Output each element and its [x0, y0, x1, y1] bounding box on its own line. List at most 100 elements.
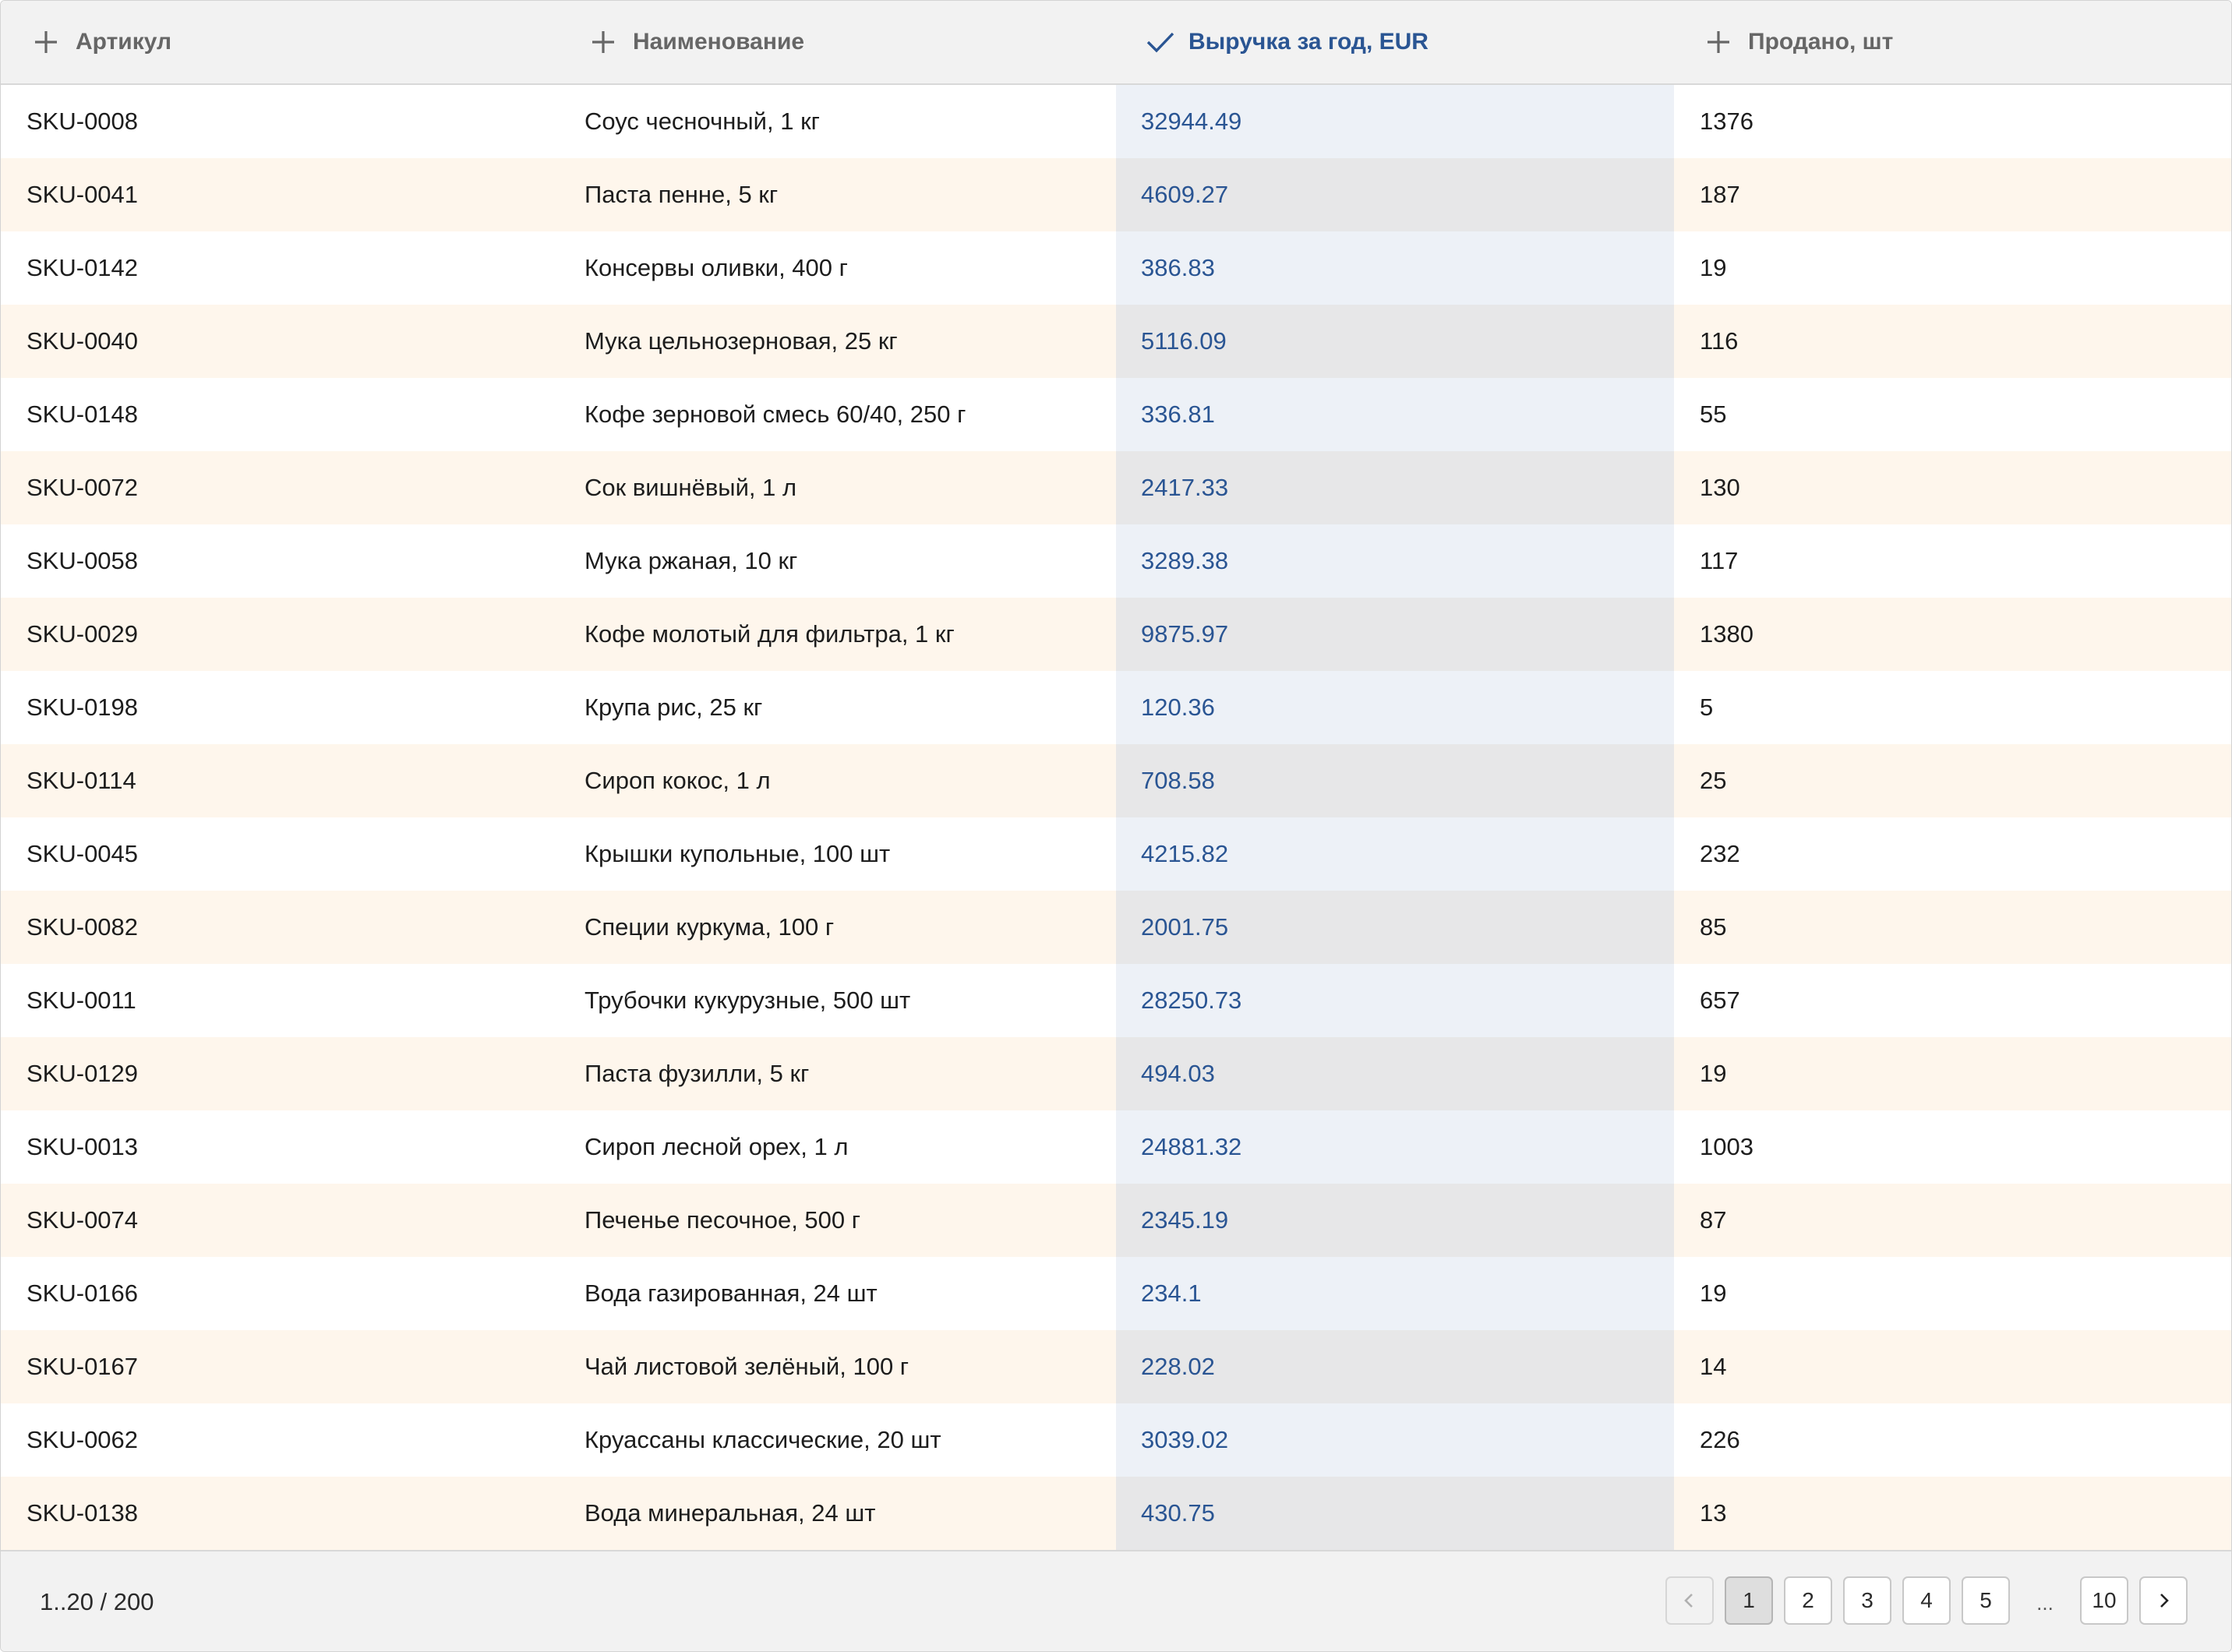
- column-header-label: Продано, шт: [1748, 29, 1894, 55]
- sku-cell: SKU-0045: [26, 840, 139, 867]
- table-row[interactable]: SKU-0072 Сок вишнёвый, 1 л 2417.33 130: [1, 451, 2231, 524]
- name-cell: Сироп лесной орех, 1 л: [584, 1133, 849, 1160]
- plus-icon[interactable]: [1704, 28, 1732, 56]
- sold-cell: 19: [1700, 1060, 1727, 1087]
- revenue-cell: 708.58: [1116, 744, 1674, 817]
- table-row[interactable]: SKU-0008 Соус чесночный, 1 кг 32944.49 1376: [1, 85, 2231, 158]
- column-header-name[interactable]: Наименование: [589, 1, 804, 83]
- name-cell: Специи куркума, 100 г: [584, 913, 835, 941]
- table-row[interactable]: SKU-0167 Чай листовой зелёный, 100 г 228.0…: [1, 1330, 2231, 1403]
- chevron-left-icon: [1684, 1594, 1693, 1608]
- table-row[interactable]: SKU-0074 Печенье песочное, 500 г 2345.19 87: [1, 1184, 2231, 1257]
- sku-cell: SKU-0166: [26, 1280, 139, 1307]
- name-cell: Кофе зерновой смесь 60/40, 250 г: [584, 401, 966, 428]
- sku-cell: SKU-0074: [26, 1206, 139, 1234]
- sku-cell: SKU-0029: [26, 620, 139, 648]
- plus-icon[interactable]: [589, 28, 617, 56]
- sold-cell: 116: [1700, 327, 1739, 355]
- name-cell: Крупа рис, 25 кг: [584, 694, 763, 721]
- page-button-2[interactable]: 2: [1784, 1576, 1832, 1625]
- revenue-cell: 24881.32: [1116, 1110, 1674, 1184]
- table-row[interactable]: SKU-0114 Сироп кокос, 1 л 708.58 25: [1, 744, 2231, 817]
- sku-cell: SKU-0058: [26, 547, 139, 574]
- name-cell: Паста фузилли, 5 кг: [584, 1060, 810, 1087]
- sku-cell: SKU-0198: [26, 694, 139, 721]
- revenue-cell: 9875.97: [1116, 598, 1674, 671]
- revenue-cell: 2001.75: [1116, 891, 1674, 964]
- table-row[interactable]: SKU-0041 Паста пенне, 5 кг 4609.27 187: [1, 158, 2231, 231]
- table-row[interactable]: SKU-0138 Вода минеральная, 24 шт 430.75 13: [1, 1477, 2231, 1550]
- page-button-3[interactable]: 3: [1843, 1576, 1891, 1625]
- plus-icon[interactable]: [32, 28, 60, 56]
- sold-cell: 5: [1700, 694, 1714, 721]
- table-row[interactable]: SKU-0013 Сироп лесной орех, 1 л 24881.32 10…: [1, 1110, 2231, 1184]
- table-row[interactable]: SKU-0129 Паста фузилли, 5 кг 494.03 19: [1, 1037, 2231, 1110]
- table-row[interactable]: SKU-0062 Круассаны классические, 20 шт 303…: [1, 1403, 2231, 1477]
- column-header-sku[interactable]: Артикул: [32, 1, 171, 83]
- revenue-cell: 386.83: [1116, 231, 1674, 305]
- revenue-cell: 120.36: [1116, 671, 1674, 744]
- table-row[interactable]: SKU-0040 Мука цельнозерновая, 25 кг 5116.0…: [1, 305, 2231, 378]
- grid-footer: 1..20 / 200 1 2 3 4 5 ... 10: [1, 1550, 2231, 1651]
- sold-cell: 657: [1700, 987, 1740, 1014]
- sku-cell: SKU-0041: [26, 181, 139, 208]
- range-label: 1..20 / 200: [40, 1588, 154, 1615]
- page-button-1[interactable]: 1: [1725, 1576, 1773, 1625]
- table-row[interactable]: SKU-0045 Крышки купольные, 100 шт 4215.82 2…: [1, 817, 2231, 891]
- pagination-ellipsis: ...: [2036, 1591, 2054, 1615]
- sold-cell: 13: [1700, 1499, 1727, 1527]
- sku-cell: SKU-0062: [26, 1426, 139, 1453]
- revenue-cell: 4609.27: [1116, 158, 1674, 231]
- next-page-button[interactable]: [2139, 1576, 2188, 1625]
- grid-header: Артикул Наименование Выручка за год, EUR…: [1, 1, 2231, 85]
- table-row[interactable]: SKU-0058 Мука ржаная, 10 кг 3289.38 117: [1, 524, 2231, 598]
- table-row[interactable]: SKU-0166 Вода газированная, 24 шт 234.1 19: [1, 1257, 2231, 1330]
- sold-cell: 87: [1700, 1206, 1727, 1234]
- chevron-right-icon: [2160, 1594, 2169, 1608]
- revenue-cell: 2345.19: [1116, 1184, 1674, 1257]
- page-button-10[interactable]: 10: [2080, 1576, 2128, 1625]
- revenue-cell: 336.81: [1116, 378, 1674, 451]
- page-button-5[interactable]: 5: [1962, 1576, 2010, 1625]
- sku-cell: SKU-0072: [26, 474, 139, 501]
- sold-cell: 226: [1700, 1426, 1740, 1453]
- sku-cell: SKU-0008: [26, 108, 139, 135]
- revenue-cell: 32944.49: [1116, 85, 1674, 158]
- name-cell: Чай листовой зелёный, 100 г: [584, 1353, 909, 1380]
- sku-cell: SKU-0040: [26, 327, 139, 355]
- sku-cell: SKU-0148: [26, 401, 139, 428]
- name-cell: Печенье песочное, 500 г: [584, 1206, 861, 1234]
- name-cell: Крышки купольные, 100 шт: [584, 840, 891, 867]
- sku-cell: SKU-0142: [26, 254, 139, 281]
- revenue-cell: 5116.09: [1116, 305, 1674, 378]
- sold-cell: 19: [1700, 254, 1727, 281]
- table-row[interactable]: SKU-0011 Трубочки кукурузные, 500 шт 28250…: [1, 964, 2231, 1037]
- revenue-cell: 28250.73: [1116, 964, 1674, 1037]
- sold-cell: 232: [1700, 840, 1740, 867]
- revenue-cell: 234.1: [1116, 1257, 1674, 1330]
- table-row[interactable]: SKU-0148 Кофе зерновой смесь 60/40, 250 г…: [1, 378, 2231, 451]
- name-cell: Консервы оливки, 400 г: [584, 254, 848, 281]
- sold-cell: 117: [1700, 547, 1739, 574]
- page-button-4[interactable]: 4: [1902, 1576, 1951, 1625]
- name-cell: Кофе молотый для фильтра, 1 кг: [584, 620, 955, 648]
- sku-cell: SKU-0082: [26, 913, 139, 941]
- revenue-cell: 4215.82: [1116, 817, 1674, 891]
- table-row[interactable]: SKU-0142 Консервы оливки, 400 г 386.83 19: [1, 231, 2231, 305]
- table-row[interactable]: SKU-0198 Крупа рис, 25 кг 120.36 5: [1, 671, 2231, 744]
- sold-cell: 1376: [1700, 108, 1753, 135]
- revenue-cell: 494.03: [1116, 1037, 1674, 1110]
- name-cell: Паста пенне, 5 кг: [584, 181, 779, 208]
- check-icon[interactable]: [1145, 28, 1174, 56]
- name-cell: Круассаны классические, 20 шт: [584, 1426, 941, 1453]
- prev-page-button[interactable]: [1665, 1576, 1714, 1625]
- column-header-label: Выручка за год, EUR: [1188, 29, 1429, 55]
- column-header-revenue[interactable]: Выручка за год, EUR: [1145, 1, 1429, 83]
- table-row[interactable]: SKU-0029 Кофе молотый для фильтра, 1 кг 98…: [1, 598, 2231, 671]
- name-cell: Сироп кокос, 1 л: [584, 767, 771, 794]
- column-header-sold[interactable]: Продано, шт: [1704, 1, 1893, 83]
- sku-cell: SKU-0011: [26, 987, 136, 1014]
- sku-cell: SKU-0013: [26, 1133, 139, 1160]
- data-grid: Артикул Наименование Выручка за год, EUR…: [0, 0, 2232, 1652]
- table-row[interactable]: SKU-0082 Специи куркума, 100 г 2001.75 85: [1, 891, 2231, 964]
